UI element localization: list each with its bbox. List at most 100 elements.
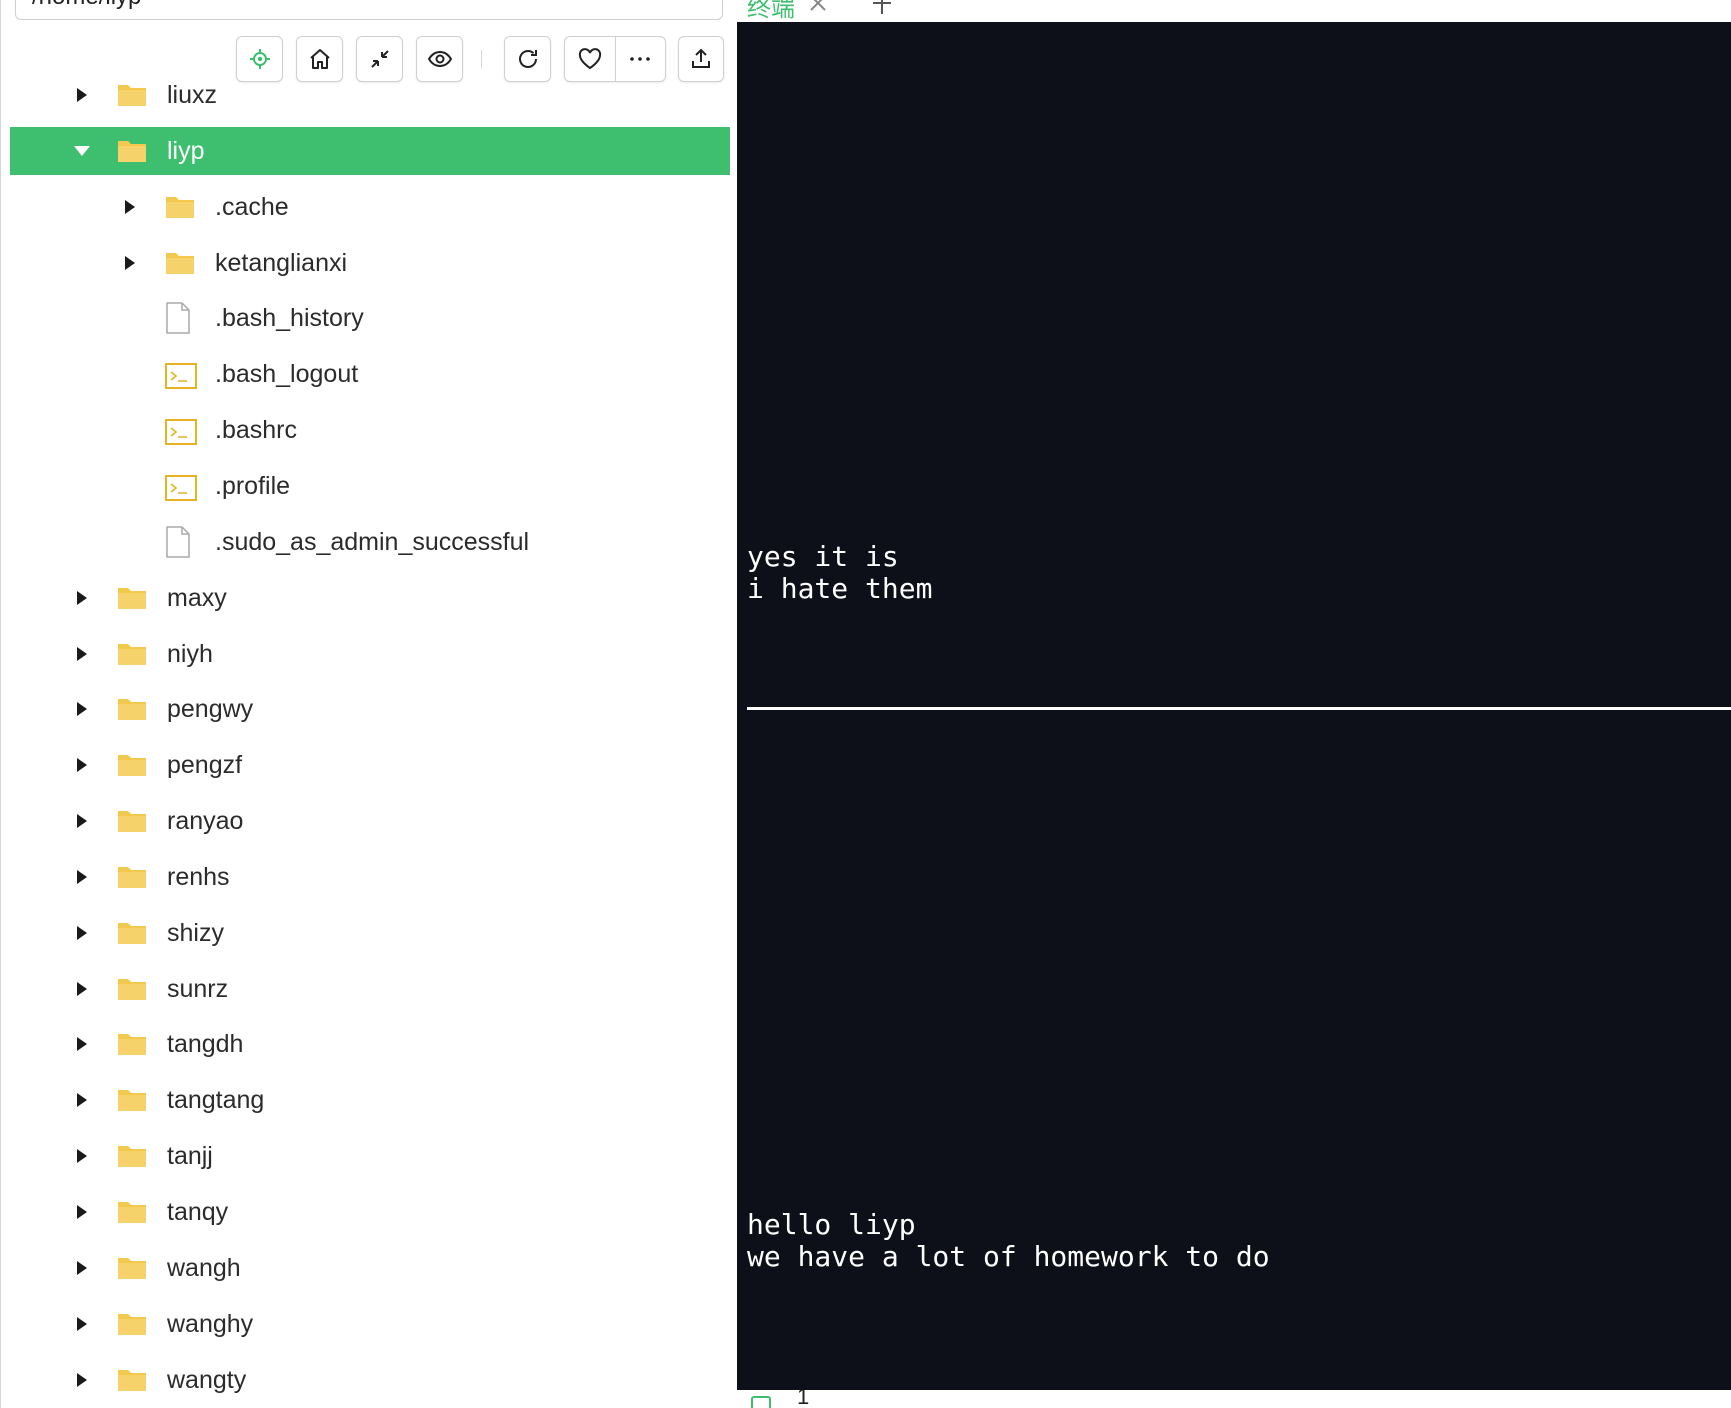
tree-item[interactable]: .bash_history [10,294,730,342]
tree-item-label: niyh [167,639,213,668]
tree-item[interactable]: tangdh [10,1020,730,1068]
tree-item[interactable]: .bash_logout [10,350,730,398]
folder-icon [117,1142,147,1173]
caret-right-icon[interactable] [77,1373,87,1387]
caret-right-icon[interactable] [77,647,87,661]
path-input[interactable]: /home/liyp [15,0,723,20]
caret-right-icon[interactable] [77,926,87,940]
tree-item[interactable]: niyh [10,630,730,678]
terminal-area[interactable]: yes it is i hate them hello liyp we have… [737,22,1731,1390]
caret-right-icon[interactable] [77,702,87,716]
caret-right-icon[interactable] [125,200,135,214]
refresh-icon [516,47,540,71]
folder-icon [117,584,147,615]
caret-right-icon[interactable] [77,982,87,996]
tree-item-label: .bash_logout [215,359,359,388]
caret-right-icon[interactable] [77,1205,87,1219]
eye-icon [427,47,453,71]
tree-item-label: tanqy [167,1197,229,1226]
tree-item[interactable]: sunrz [10,965,730,1013]
tree-item[interactable]: pengzf [10,741,730,789]
tree-item-label: liuxz [167,80,218,109]
terminal-line: hello liyp [747,1208,916,1241]
tree-item-label: ketanglianxi [215,248,348,277]
tree-item[interactable]: wanghy [10,1300,730,1348]
toolbar-divider [481,50,482,68]
tree-item[interactable]: ketanglianxi [10,239,730,287]
folder-icon [117,1198,147,1229]
tree-item[interactable]: .profile [10,462,730,510]
folder-icon [117,1086,147,1117]
tree-item[interactable]: pengwy [10,685,730,733]
heart-icon[interactable] [565,48,615,70]
folder-icon [117,1030,147,1061]
caret-right-icon[interactable] [77,591,87,605]
upload-icon [689,47,713,71]
tab-terminal[interactable]: 终端 [747,0,795,22]
caret-right-icon[interactable] [77,1317,87,1331]
tree-item-label: .bash_history [215,303,364,332]
folder-icon [117,137,147,168]
home-icon [308,47,332,71]
tree-item-label: sunrz [167,974,229,1003]
caret-down-icon[interactable] [74,146,90,156]
tree-item-label: wangty [167,1365,247,1394]
locate-icon [248,47,272,71]
terminal-line: we have a lot of homework to do [747,1240,1270,1273]
pane-divider[interactable] [747,707,1731,710]
folder-icon [117,81,147,112]
tree-item[interactable]: liuxz [10,71,730,119]
tree-item[interactable]: liyp [10,127,730,175]
tree-item-label: pengwy [167,694,254,723]
tree-item-label: .sudo_as_admin_successful [215,527,530,556]
caret-right-icon[interactable] [77,814,87,828]
tree-item[interactable]: wangty [10,1356,730,1404]
tree-item[interactable]: shizy [10,909,730,957]
caret-right-icon[interactable] [77,870,87,884]
tree-item[interactable]: renhs [10,853,730,901]
caret-right-icon[interactable] [77,1093,87,1107]
tree-item[interactable]: maxy [10,574,730,622]
tree-item[interactable]: tanqy [10,1188,730,1236]
tree-item-label: ranyao [167,806,244,835]
caret-right-icon[interactable] [77,1261,87,1275]
tree-item[interactable]: tangtang [10,1076,730,1124]
tree-item-label: tanjj [167,1141,213,1170]
tree-item[interactable]: .sudo_as_admin_successful [10,518,730,566]
folder-icon [117,751,147,782]
tree-item-label: shizy [167,918,224,947]
tree-item-label: .cache [215,192,289,221]
tree-item-label: maxy [167,583,227,612]
caret-right-icon[interactable] [77,758,87,772]
tree-item[interactable]: .cache [10,183,730,231]
folder-icon [117,807,147,838]
status-bar: 1 [737,1390,1731,1408]
caret-right-icon[interactable] [77,88,87,102]
add-tab-icon[interactable] [873,0,891,19]
folder-icon [117,640,147,671]
folder-icon [117,1310,147,1341]
tree-item-label: .bashrc [215,415,297,444]
caret-right-icon[interactable] [77,1149,87,1163]
tree-item-label: wangh [167,1253,241,1282]
collapse-icon [368,47,392,71]
caret-right-icon[interactable] [77,1037,87,1051]
close-icon[interactable] [809,0,827,17]
file-explorer-panel: /home/liyp [0,0,730,1408]
tree-item[interactable]: tanjj [10,1132,730,1180]
folder-icon [117,1366,147,1397]
status-checkbox-icon[interactable] [751,1396,771,1408]
more-icon[interactable] [615,55,665,63]
tree-item[interactable]: .bashrc [10,406,730,454]
caret-right-icon[interactable] [125,256,135,270]
folder-icon [117,919,147,950]
tree-item[interactable]: wangh [10,1244,730,1292]
tree-item-label: .profile [215,471,291,500]
tree-item[interactable]: ranyao [10,797,730,845]
tree-item-label: liyp [167,136,205,165]
tree-item-label: renhs [167,862,230,891]
terminal-line: yes it is [747,540,899,573]
terminal-line: i hate them [747,572,933,605]
folder-icon [165,249,195,280]
tree-item-label: wanghy [167,1309,254,1338]
